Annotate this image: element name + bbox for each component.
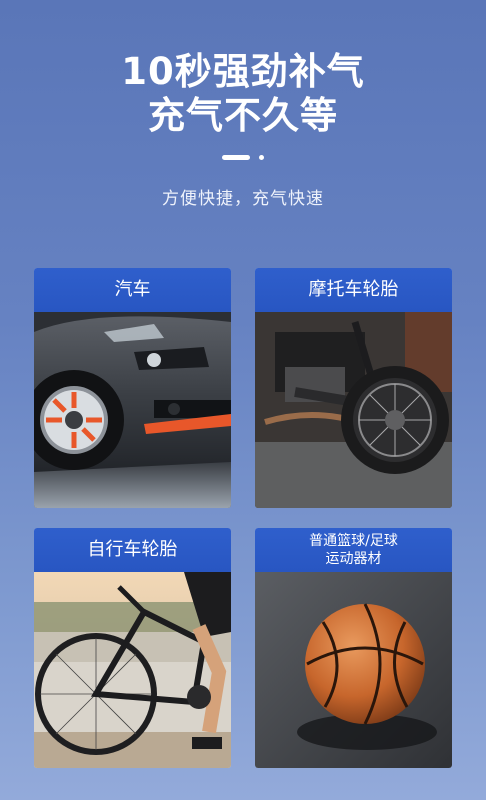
- divider-dot: [259, 155, 264, 160]
- car-wheel-photo: [34, 312, 231, 508]
- bicycle-photo: [34, 572, 231, 768]
- card-car-label: 汽车: [34, 268, 231, 312]
- card-motorcycle: 摩托车轮胎: [255, 268, 452, 508]
- basketball-photo: [255, 572, 452, 768]
- divider-bar: [222, 155, 250, 160]
- card-motorcycle-label: 摩托车轮胎: [255, 268, 452, 312]
- headline-line-1: 10秒强劲补气: [121, 50, 365, 93]
- card-ball-label-line2: 运动器材: [325, 551, 382, 567]
- card-bicycle: 自行车轮胎: [34, 528, 231, 768]
- card-car: 汽车: [34, 268, 231, 508]
- card-ball: 普通篮球/足球 运动器材: [255, 528, 452, 768]
- subtitle: 方便快捷，充气快速: [162, 189, 324, 209]
- card-bicycle-label: 自行车轮胎: [34, 528, 231, 572]
- headline-line-2: 充气不久等: [148, 94, 338, 137]
- card-ball-label: 普通篮球/足球 运动器材: [255, 528, 452, 572]
- motorcycle-tire-photo: [255, 312, 452, 508]
- card-ball-label-line1: 普通篮球/足球: [309, 533, 398, 549]
